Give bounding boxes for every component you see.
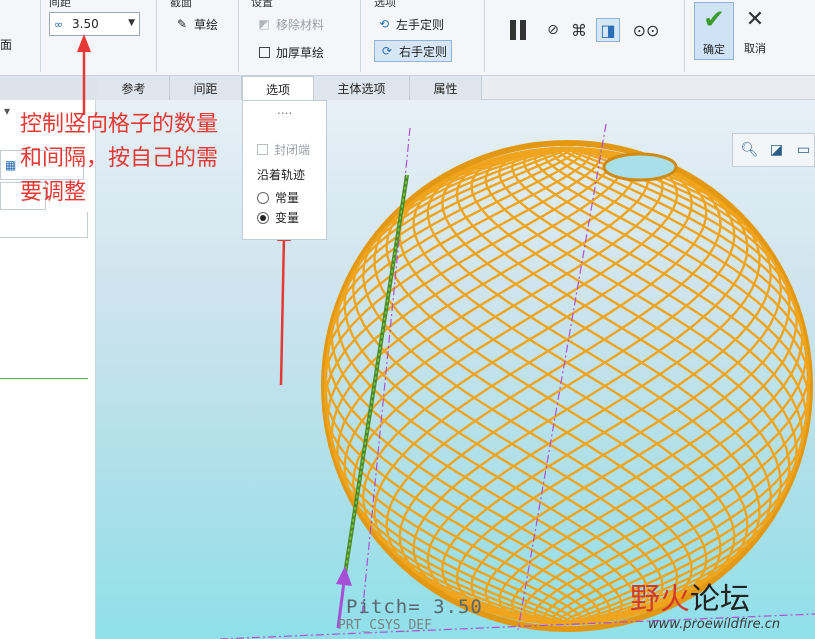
feature-preview-icon[interactable]: ◨	[596, 18, 620, 42]
thicken-icon	[256, 44, 272, 60]
checkmark-icon: ✔	[703, 5, 725, 35]
thicken-sketch-label: 加厚草绘	[276, 45, 325, 60]
settings-group-title: 设置	[251, 0, 273, 9]
site-logo: 野火论坛	[630, 574, 750, 618]
remove-material-button[interactable]: ◩ 移除材料	[256, 13, 324, 35]
closed-end-label: 封闭端	[274, 143, 311, 157]
site-logo-black: 论坛	[690, 582, 750, 617]
chevron-down-icon[interactable]: ▼	[128, 18, 135, 28]
remove-material-label: 移除材料	[276, 17, 325, 32]
glasses-icon[interactable]: ⊙⊙	[633, 18, 660, 42]
tab-body-options[interactable]: 主体选项	[314, 76, 410, 100]
panel-grip[interactable]: ....	[277, 103, 292, 117]
view-orient-icon[interactable]: ▭	[793, 139, 814, 161]
annotation-line-3: 要调整	[20, 180, 87, 205]
refit-icon[interactable]: ◪	[766, 139, 787, 161]
cancel-label: 取消	[744, 42, 766, 55]
tab-references[interactable]: 参考	[98, 76, 170, 100]
tree-area	[0, 212, 88, 238]
pitch-value: 3.50	[72, 17, 99, 31]
separator	[40, 0, 41, 72]
annotation-line-1: 控制竖向格子的数量	[20, 112, 219, 137]
csys-label: PRT_CSYS_DEF	[338, 618, 432, 633]
ok-label: 确定	[703, 43, 725, 56]
left-hand-icon: ⟲	[378, 17, 390, 31]
constant-label: 常量	[275, 191, 300, 205]
options-group-title: 选项	[374, 0, 396, 9]
pause-icon[interactable]	[506, 18, 530, 42]
ribbon: 面 间距 ∞ 3.50 ▼ 截面 ✎ 草绘 设置 ◩ 移除材料 加厚草绘 选项 …	[0, 0, 815, 76]
sketch-button[interactable]: ✎ 草绘	[174, 13, 218, 35]
tab-options[interactable]: 选项	[242, 76, 314, 101]
pitch-combo[interactable]: ∞ 3.50 ▼	[49, 12, 140, 36]
remove-material-icon: ◩	[258, 17, 270, 31]
close-icon: ✕	[745, 7, 765, 32]
separator	[360, 0, 361, 72]
view-toolbar: 🔍︎ ◪ ▭	[732, 133, 815, 167]
variable-radio[interactable]: 变量	[257, 209, 299, 226]
trajectory-line-left	[0, 378, 88, 379]
zoom-icon[interactable]: 🔍︎	[739, 139, 760, 161]
separator	[238, 0, 239, 72]
annotation-line-2: 和间隔，按自己的需	[20, 146, 219, 171]
tree-tool-icon[interactable]: ▾	[4, 104, 10, 118]
thicken-sketch-button[interactable]: 加厚草绘	[256, 41, 324, 63]
separator	[484, 0, 485, 72]
pitch-group-title: 间距	[49, 0, 71, 9]
ok-button[interactable]: ✔ 确定	[694, 2, 734, 60]
tab-properties[interactable]: 属性	[410, 76, 482, 100]
separator	[156, 0, 157, 72]
left-handed-button[interactable]: ⟲ 左手定则	[376, 13, 444, 35]
variable-label: 变量	[275, 211, 300, 225]
radio-circle-selected[interactable]	[257, 211, 269, 224]
separator	[684, 0, 685, 72]
right-handed-label: 右手定则	[399, 44, 448, 59]
tab-pitch[interactable]: 间距	[170, 76, 242, 100]
sketch-label: 草绘	[194, 17, 219, 32]
site-logo-red: 野火	[630, 582, 690, 617]
pencil-icon: ✎	[176, 17, 188, 31]
left-edge-text: 面	[0, 38, 13, 52]
no-preview-icon[interactable]: ⊘	[541, 18, 565, 42]
site-url: www.proewildfire.cn	[648, 617, 781, 632]
geometry-preview-icon[interactable]: ⌘	[567, 18, 591, 42]
cancel-button[interactable]: ✕ 取消	[738, 2, 772, 60]
tab-bar-left	[0, 76, 98, 100]
left-handed-label: 左手定则	[396, 17, 445, 32]
right-handed-button[interactable]: ⟳ 右手定则	[374, 40, 453, 62]
section-group-title: 截面	[170, 0, 192, 9]
pitch-icon: ∞	[54, 18, 64, 31]
right-hand-icon: ⟳	[381, 44, 393, 58]
pitch-readout: Pitch= 3.50	[346, 596, 483, 618]
tree-table-icon: ▦	[5, 158, 17, 172]
annotation-text: 控制竖向格子的数量 和间隔，按自己的需 要调整	[20, 108, 270, 210]
